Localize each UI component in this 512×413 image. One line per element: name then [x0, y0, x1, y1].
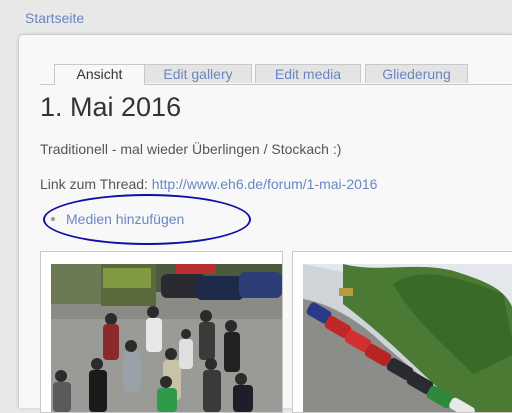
thread-link-line: Link zum Thread: http://www.eh6.de/forum…: [40, 176, 377, 192]
tab-gliederung[interactable]: Gliederung: [365, 64, 468, 83]
gallery-photo-2[interactable]: [303, 264, 512, 412]
list-bullet: [51, 217, 55, 221]
tab-bar: Ansicht Edit gallery Edit media Gliederu…: [40, 64, 512, 85]
tab-ansicht[interactable]: Ansicht: [54, 64, 145, 85]
tab-edit-media[interactable]: Edit media: [255, 64, 361, 83]
add-media-link[interactable]: Medien hinzufügen: [51, 211, 184, 227]
gallery-thumbnail-2[interactable]: [292, 251, 512, 413]
gallery-photo-1[interactable]: [51, 264, 282, 412]
gallery-thumbnail-1[interactable]: [40, 251, 283, 413]
thread-link-prefix: Link zum Thread:: [40, 176, 152, 192]
photo-cars-row: [303, 264, 512, 412]
thread-link[interactable]: http://www.eh6.de/forum/1-mai-2016: [152, 176, 378, 192]
page-title: 1. Mai 2016: [40, 92, 182, 122]
breadcrumb-home-link[interactable]: Startseite: [25, 10, 84, 26]
photo-people-parking-lot: [51, 264, 282, 412]
gallery-description: Traditionell - mal wieder Überlingen / S…: [40, 141, 342, 157]
add-media-label[interactable]: Medien hinzufügen: [66, 211, 184, 227]
tab-edit-gallery[interactable]: Edit gallery: [144, 64, 252, 83]
